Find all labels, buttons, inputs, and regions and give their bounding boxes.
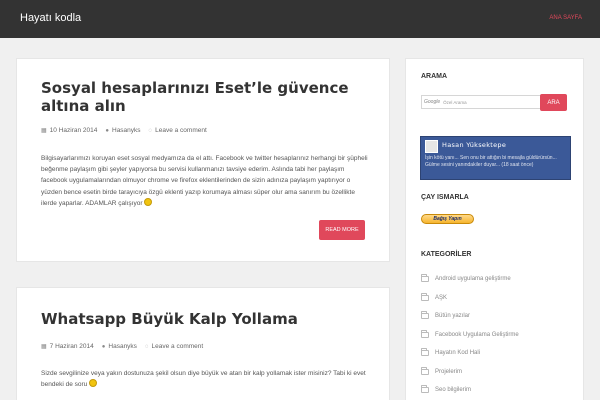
category-list: Android uygulama geliştirme AŞK Bütün ya… xyxy=(421,270,571,400)
list-item[interactable]: Android uygulama geliştirme xyxy=(421,270,571,289)
comment-icon: ◌ xyxy=(144,343,149,350)
post-author[interactable]: Hasanyks xyxy=(108,343,137,350)
post-date[interactable]: 7 Haziran 2014 xyxy=(50,343,94,350)
post-card: Sosyal hesaplarınızı Eset’le güvence alt… xyxy=(16,58,390,262)
category-link[interactable]: AŞK xyxy=(435,295,447,301)
post-excerpt: Sizde sevgilinize veya yakın dostunuza ş… xyxy=(41,368,371,390)
post-excerpt: Bilgisayarlarımızı koruyan eset sosyal m… xyxy=(41,153,371,209)
post-comment-link[interactable]: Leave a comment xyxy=(152,343,204,350)
post-date[interactable]: 10 Haziran 2014 xyxy=(50,127,98,134)
post-meta: ▦ 7 Haziran 2014 ● Hasanyks ◌ Leave a comme… xyxy=(41,343,203,350)
donate-widget-title: ÇAY ISMARLA xyxy=(421,194,469,201)
smiley-icon xyxy=(89,379,98,388)
user-icon: ● xyxy=(101,343,106,350)
search-placeholder: Özel Arama xyxy=(443,99,467,105)
category-link[interactable]: Hayatın Kod Hali xyxy=(435,350,480,356)
list-item[interactable]: Facebook Uygulama Geliştirme xyxy=(421,326,571,345)
category-link[interactable]: Android uygulama geliştirme xyxy=(435,276,511,282)
top-navbar: Hayatı kodla ANA SAYFA xyxy=(0,0,600,38)
post-title[interactable]: Whatsapp Büyük Kalp Yollama xyxy=(41,310,371,328)
search-widget-title: ARAMA xyxy=(421,73,448,80)
folder-icon xyxy=(421,366,429,375)
folder-icon xyxy=(421,385,429,394)
calendar-icon: ▦ xyxy=(41,128,47,134)
facebook-widget[interactable]: Hasan Yüksektepe İşin kötü yanı... Sen o… xyxy=(420,136,571,180)
category-link[interactable]: Seo bilgilerim xyxy=(435,387,471,393)
post-comment-link[interactable]: Leave a comment xyxy=(155,127,207,134)
categories-widget-title: KATEGORİLER xyxy=(421,251,472,258)
sidebar: ARAMA Google Özel Arama ARA Hasan Yüksek… xyxy=(405,58,584,400)
post-card: Whatsapp Büyük Kalp Yollama ▦ 7 Haziran 2… xyxy=(16,287,390,400)
donate-button[interactable]: Bağış Yapın xyxy=(421,214,474,224)
smiley-icon xyxy=(144,197,153,206)
category-link[interactable]: Projelerim xyxy=(435,369,462,375)
post-author[interactable]: Hasanyks xyxy=(112,127,141,134)
list-item[interactable]: Projelerim xyxy=(421,363,571,382)
folder-icon xyxy=(421,274,429,283)
folder-icon xyxy=(421,329,429,338)
category-link[interactable]: Facebook Uygulama Geliştirme xyxy=(435,332,519,338)
user-icon: ● xyxy=(105,127,109,134)
facebook-profile-name[interactable]: Hasan Yüksektepe xyxy=(442,141,506,149)
post-title[interactable]: Sosyal hesaplarınızı Eset’le güvence alt… xyxy=(41,79,371,115)
folder-icon xyxy=(421,348,429,357)
avatar xyxy=(425,140,438,153)
list-item[interactable]: Bütün yazılar xyxy=(421,307,571,326)
search-button[interactable]: ARA xyxy=(540,94,567,111)
comment-icon: ◌ xyxy=(148,127,153,134)
read-more-button[interactable]: READ MORE xyxy=(319,220,365,240)
list-item[interactable]: AŞK xyxy=(421,289,571,308)
list-item[interactable]: Seo bilgilerim xyxy=(421,381,571,400)
list-item[interactable]: Hayatın Kod Hali xyxy=(421,344,571,363)
folder-icon xyxy=(421,311,429,320)
category-link[interactable]: Bütün yazılar xyxy=(435,313,470,319)
nav-home-link[interactable]: ANA SAYFA xyxy=(549,15,582,21)
post-excerpt-text: Bilgisayarlarımızı koruyan eset sosyal m… xyxy=(41,155,368,207)
google-logo: Google xyxy=(424,99,441,105)
site-title[interactable]: Hayatı kodla xyxy=(20,12,81,24)
search-input[interactable]: Google Özel Arama xyxy=(421,95,541,109)
post-meta: ▦ 10 Haziran 2014 ● Hasanyks ◌ Leave a comm… xyxy=(41,127,207,134)
folder-icon xyxy=(421,292,429,301)
facebook-status-text: İşin kötü yanı... Sen onu bir attığın bi… xyxy=(425,155,557,168)
calendar-icon: ▦ xyxy=(41,344,47,350)
